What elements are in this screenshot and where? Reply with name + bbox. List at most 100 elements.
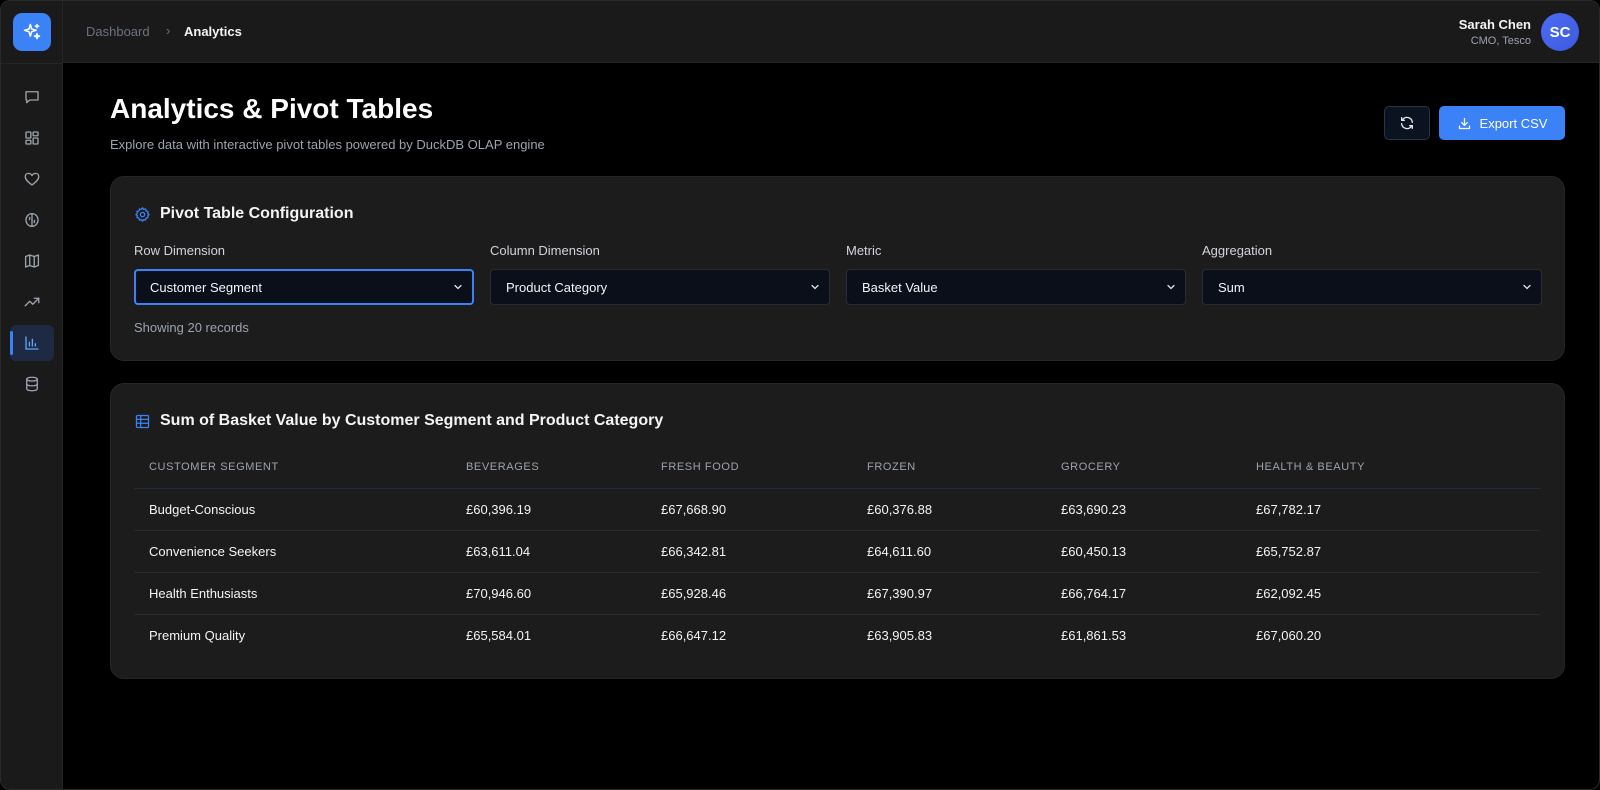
table-cell: £66,342.81: [646, 530, 852, 573]
table-cell: £62,092.45: [1241, 572, 1541, 615]
records-count: Showing 20 records: [134, 320, 249, 335]
user-role: CMO, Tesco: [1470, 35, 1531, 47]
chevron-down-icon: [1167, 284, 1175, 290]
pivot-title-text: Sum of Basket Value by Customer Segment …: [160, 412, 664, 429]
metric-label: Metric: [846, 243, 882, 258]
sidebar-item-map[interactable]: [10, 243, 54, 279]
sidebar-item-trends[interactable]: [10, 284, 54, 320]
table-cell: £67,782.17: [1241, 488, 1541, 531]
aggregation-label: Aggregation: [1202, 243, 1273, 258]
row-dimension-label: Row Dimension: [134, 243, 226, 258]
breadcrumb-current: Analytics: [184, 24, 242, 39]
chevron-down-icon: [454, 284, 462, 290]
table-cell: £63,690.23: [1046, 488, 1241, 531]
refresh-button[interactable]: [1384, 106, 1430, 140]
config-title-text: Pivot Table Configuration: [160, 205, 354, 222]
user-name: Sarah Chen: [1458, 17, 1531, 32]
column-dimension-value: Product Category: [506, 279, 608, 295]
sidebar-item-chat[interactable]: [10, 79, 54, 115]
column-header: CUSTOMER SEGMENT: [134, 446, 451, 489]
config-title: Pivot Table Configuration: [134, 205, 353, 223]
database-icon: [26, 376, 38, 392]
brain-icon: [25, 212, 39, 228]
column-header: FROZEN: [852, 446, 1046, 489]
page-subtitle: Explore data with interactive pivot tabl…: [110, 137, 545, 152]
row-label: Convenience Seekers: [134, 530, 451, 573]
table-cell: £60,396.19: [451, 488, 646, 531]
metric-field: Metric Basket Value: [846, 243, 1186, 305]
table-cell: £70,946.60: [451, 572, 646, 615]
chat-icon: [25, 91, 39, 104]
table-cell: £65,752.87: [1241, 530, 1541, 573]
table-header-row: CUSTOMER SEGMENT BEVERAGES FRESH FOOD FR…: [134, 446, 1541, 489]
breadcrumb-separator: ›: [166, 23, 171, 38]
app-logo[interactable]: [13, 13, 51, 51]
refresh-icon: [1401, 116, 1413, 130]
export-csv-button[interactable]: Export CSV: [1439, 106, 1565, 140]
sparkles-icon: [23, 23, 41, 40]
table-icon: [135, 414, 150, 428]
top-bar: Dashboard › Analytics Sarah Chen CMO, Te…: [63, 1, 1599, 63]
table-cell: £65,584.01: [466, 627, 532, 643]
column-dimension-select[interactable]: Product Category: [490, 269, 830, 305]
row-dimension-select[interactable]: Customer Segment: [134, 269, 474, 305]
avatar[interactable]: SC: [1541, 13, 1579, 51]
table-cell: £66,647.12: [661, 627, 727, 643]
column-dimension-field: Column Dimension Product Category: [490, 243, 830, 305]
table-cell: £60,376.88: [852, 488, 1046, 531]
map-icon: [24, 254, 40, 268]
table-cell: £67,390.97: [852, 572, 1046, 615]
chevron-down-icon: [1523, 284, 1531, 290]
column-dimension-label: Column Dimension: [490, 243, 600, 258]
row-dimension-field: Row Dimension Customer Segment: [134, 243, 474, 305]
table-row: Premium Quality £65,584.01 £66,647.12 £6…: [134, 614, 1541, 656]
sidebar-item-dashboard[interactable]: [10, 120, 54, 156]
sidebar-divider: [1, 63, 63, 64]
aggregation-select[interactable]: Sum: [1202, 269, 1542, 305]
sidebar-item-insights[interactable]: [10, 202, 54, 238]
table-cell: £61,861.53: [1061, 627, 1127, 643]
table-row: Budget-Conscious £60,396.19 £67,668.90 £…: [134, 488, 1541, 531]
aggregation-value: Sum: [1218, 279, 1245, 295]
sidebar-item-analytics[interactable]: [10, 325, 54, 361]
gear-icon: [135, 206, 150, 222]
column-header: BEVERAGES: [451, 446, 646, 489]
row-label: Premium Quality: [149, 627, 246, 643]
table-cell: £60,450.13: [1046, 530, 1241, 573]
breadcrumb-dashboard[interactable]: Dashboard: [86, 24, 150, 39]
chevron-down-icon: [811, 284, 819, 290]
dashboard-icon: [25, 131, 39, 145]
metric-value: Basket Value: [862, 279, 938, 295]
column-header: HEALTH & BEAUTY: [1241, 446, 1541, 489]
column-header: FRESH FOOD: [646, 446, 852, 489]
sidebar: [1, 1, 63, 789]
table-cell: £66,764.17: [1046, 572, 1241, 615]
pivot-table-card: Sum of Basket Value by Customer Segment …: [110, 383, 1565, 679]
table-cell: £63,905.83: [867, 627, 933, 643]
pivot-table: CUSTOMER SEGMENT BEVERAGES FRESH FOOD FR…: [134, 446, 1541, 656]
aggregation-field: Aggregation Sum: [1202, 243, 1542, 305]
table-row: Health Enthusiasts £70,946.60 £65,928.46…: [134, 572, 1541, 615]
table-cell: £65,928.46: [646, 572, 852, 615]
metric-select[interactable]: Basket Value: [846, 269, 1186, 305]
sidebar-item-database[interactable]: [10, 366, 54, 402]
pivot-config-card: Pivot Table Configuration Row Dimension …: [110, 176, 1565, 361]
app-window: Dashboard › Analytics Sarah Chen CMO, Te…: [0, 0, 1600, 790]
table-row: Convenience Seekers £63,611.04 £66,342.8…: [134, 530, 1541, 573]
pivot-title: Sum of Basket Value by Customer Segment …: [134, 412, 663, 430]
export-csv-label: Export CSV: [1479, 115, 1548, 131]
heart-icon: [24, 172, 40, 186]
row-dimension-value: Customer Segment: [150, 279, 262, 295]
column-header: GROCERY: [1046, 446, 1241, 489]
sidebar-item-favorites[interactable]: [10, 161, 54, 197]
download-icon: [1458, 117, 1470, 129]
trending-up-icon: [24, 297, 40, 307]
table-cell: £67,668.90: [646, 488, 852, 531]
bar-chart-icon: [25, 336, 39, 350]
row-label: Budget-Conscious: [134, 488, 451, 531]
table-cell: £64,611.60: [852, 530, 1046, 573]
table-cell: £63,611.04: [451, 530, 646, 573]
row-label: Health Enthusiasts: [134, 572, 451, 615]
table-cell: £67,060.20: [1256, 627, 1322, 643]
page-title: Analytics & Pivot Tables: [110, 93, 434, 124]
